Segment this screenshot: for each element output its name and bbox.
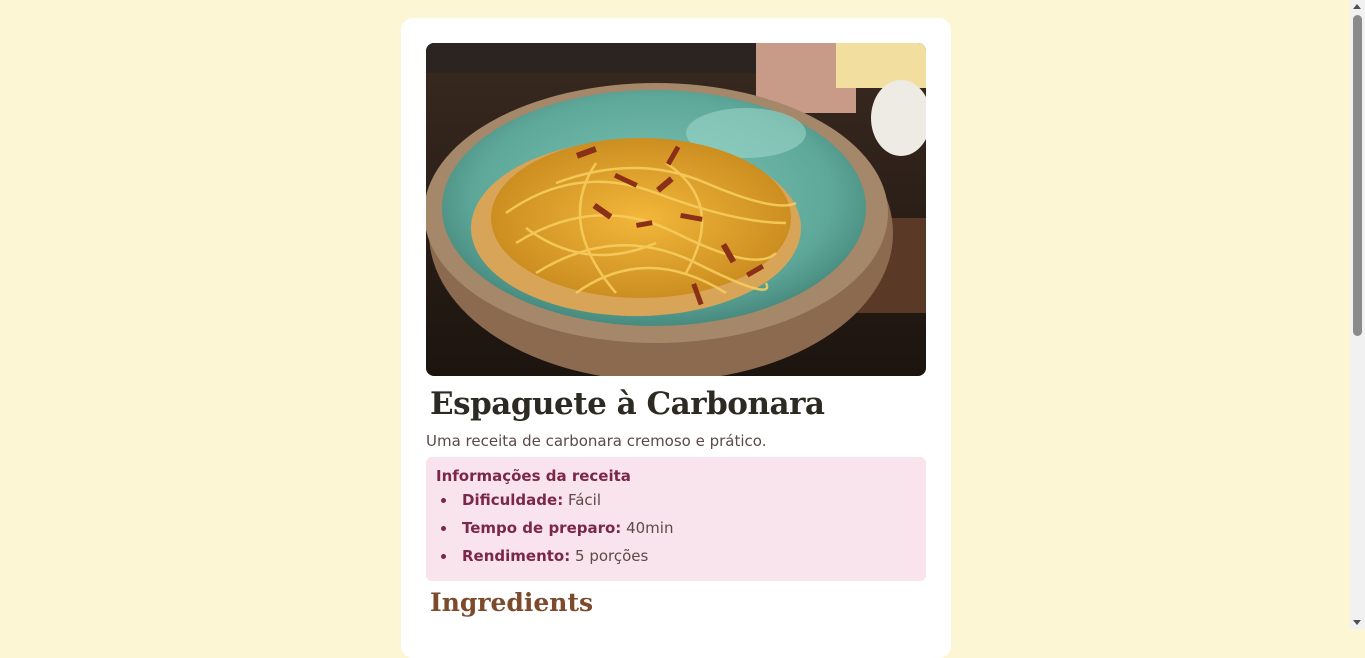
recipe-info-box: Informações da receita Dificuldade: Fáci… — [426, 457, 926, 581]
chevron-up-icon[interactable] — [1353, 4, 1361, 9]
recipe-description: Uma receita de carbonara cremoso e práti… — [426, 432, 767, 450]
carbonara-photo — [426, 43, 926, 376]
info-value: 40min — [626, 519, 674, 537]
recipe-card: Espaguete à Carbonara Uma receita de car… — [401, 18, 951, 658]
scrollbar-thumb[interactable] — [1353, 15, 1362, 336]
page-scrollbar[interactable] — [1350, 0, 1365, 629]
bullet-icon — [441, 526, 446, 531]
info-label: Rendimento: — [462, 547, 571, 565]
recipe-image — [426, 43, 926, 376]
recipe-title: Espaguete à Carbonara — [430, 386, 825, 422]
bullet-icon — [441, 498, 446, 503]
info-item-difficulty: Dificuldade: Fácil — [436, 489, 916, 517]
bullet-icon — [441, 554, 446, 559]
ingredients-heading: Ingredients — [430, 588, 594, 617]
recipe-info-list: Dificuldade: Fácil Tempo de preparo: 40m… — [436, 489, 916, 573]
info-item-yield: Rendimento: 5 porções — [436, 545, 916, 573]
chevron-down-icon[interactable] — [1353, 620, 1361, 625]
info-value: Fácil — [567, 491, 602, 509]
info-item-prep-time: Tempo de preparo: 40min — [436, 517, 916, 545]
recipe-info-heading: Informações da receita — [436, 467, 631, 485]
info-label: Dificuldade: — [462, 491, 564, 509]
info-value: 5 porções — [575, 547, 649, 565]
info-label: Tempo de preparo: — [462, 519, 622, 537]
